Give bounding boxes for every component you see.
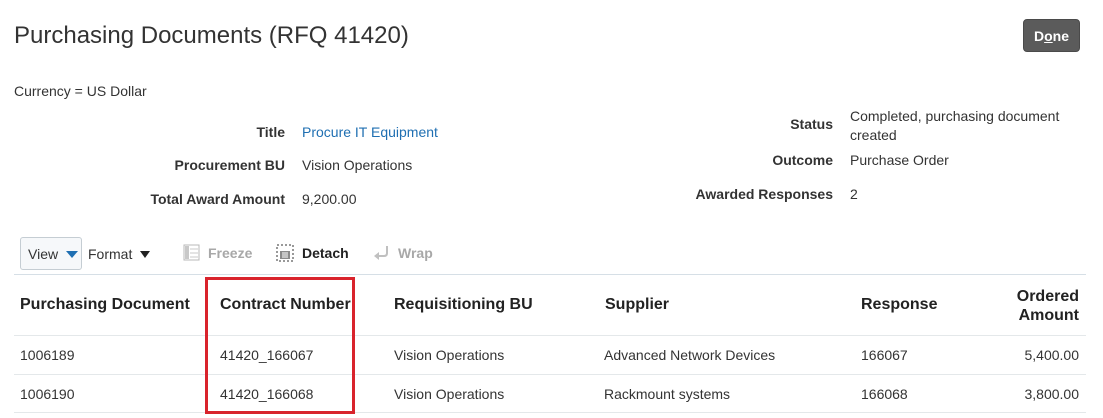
done-button[interactable]: Do ne bbox=[1023, 19, 1080, 52]
done-label-mnemonic: o bbox=[1044, 27, 1053, 44]
wrap-icon bbox=[374, 246, 388, 260]
currency-label: Currency = US Dollar bbox=[14, 83, 147, 99]
requisitioning-bu-cell: Vision Operations bbox=[394, 386, 505, 402]
done-label-suffix: ne bbox=[1052, 27, 1070, 44]
outcome-value: Purchase Order bbox=[850, 152, 949, 168]
view-menu-button[interactable]: View bbox=[20, 237, 82, 270]
done-label-prefix: D bbox=[1033, 27, 1045, 44]
format-menu-label: Format bbox=[88, 246, 133, 262]
status-value: Completed, purchasing document created bbox=[850, 107, 1059, 145]
column-header-purchasing-document[interactable]: Purchasing Document bbox=[20, 296, 190, 314]
chevron-down-icon bbox=[66, 251, 79, 258]
header-divider bbox=[14, 335, 1086, 336]
detach-button[interactable]: Detach bbox=[276, 244, 349, 262]
page-title: Purchasing Documents (RFQ 41420) bbox=[14, 22, 409, 49]
contract-number-highlight-box bbox=[205, 277, 355, 414]
response-link[interactable]: 166067 bbox=[861, 347, 908, 363]
title-label: Title bbox=[256, 124, 285, 140]
column-header-ordered-amount-line1: Ordered bbox=[1016, 288, 1079, 305]
title-value-link[interactable]: Procure IT Equipment bbox=[302, 124, 438, 140]
ordered-amount-cell: 3,800.00 bbox=[1024, 386, 1080, 402]
procurement-bu-value: Vision Operations bbox=[302, 157, 413, 173]
detach-icon bbox=[276, 244, 294, 262]
ordered-amount-cell: 5,400.00 bbox=[1024, 347, 1080, 363]
table-top-border bbox=[14, 274, 1086, 275]
status-value-line2: created bbox=[850, 127, 897, 143]
status-value-line1: Completed, purchasing document bbox=[850, 108, 1060, 124]
response-link[interactable]: 166068 bbox=[861, 386, 908, 402]
procurement-bu-label: Procurement BU bbox=[174, 157, 285, 173]
row-divider bbox=[14, 412, 1086, 413]
requisitioning-bu-cell: Vision Operations bbox=[394, 347, 505, 363]
outcome-label: Outcome bbox=[772, 152, 833, 168]
format-menu-button[interactable]: Format bbox=[88, 246, 151, 262]
freeze-icon bbox=[183, 244, 200, 261]
column-header-response[interactable]: Response bbox=[861, 296, 937, 314]
row-divider bbox=[14, 374, 1086, 375]
total-award-amount-value: 9,200.00 bbox=[302, 191, 357, 207]
column-header-ordered-amount-line2: Amount bbox=[1018, 307, 1079, 324]
freeze-button[interactable]: Freeze bbox=[183, 244, 252, 261]
wrap-button[interactable]: Wrap bbox=[373, 244, 433, 261]
freeze-label: Freeze bbox=[208, 244, 253, 261]
supplier-link[interactable]: Rackmount systems bbox=[604, 386, 730, 402]
detach-label: Detach bbox=[302, 245, 349, 261]
purchasing-document-link[interactable]: 1006189 bbox=[20, 347, 75, 363]
awarded-responses-label: Awarded Responses bbox=[695, 186, 833, 202]
column-header-ordered-amount[interactable]: Ordered Amount bbox=[1017, 287, 1079, 325]
column-header-supplier[interactable]: Supplier bbox=[605, 296, 669, 314]
purchasing-document-link[interactable]: 1006190 bbox=[20, 386, 75, 402]
view-menu-label: View bbox=[28, 245, 59, 262]
supplier-link[interactable]: Advanced Network Devices bbox=[604, 347, 775, 363]
awarded-responses-value: 2 bbox=[850, 186, 858, 202]
chevron-down-icon bbox=[140, 251, 151, 258]
column-header-requisitioning-bu[interactable]: Requisitioning BU bbox=[394, 296, 533, 314]
wrap-label: Wrap bbox=[398, 244, 433, 261]
total-award-amount-label: Total Award Amount bbox=[150, 191, 285, 207]
status-label: Status bbox=[790, 116, 833, 132]
